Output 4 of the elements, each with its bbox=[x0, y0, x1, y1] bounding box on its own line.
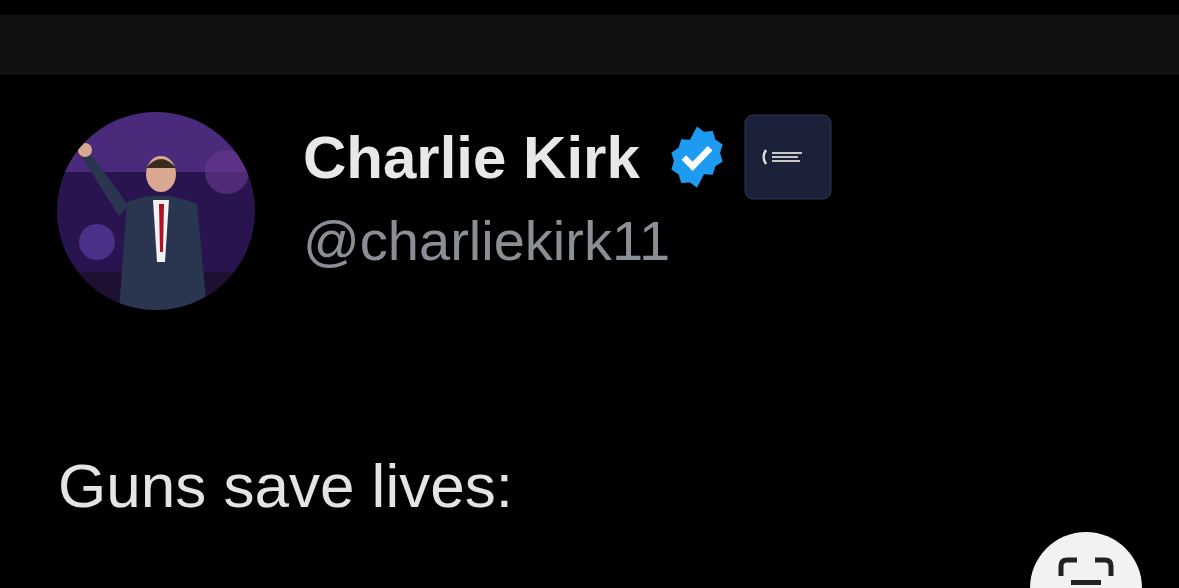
affiliation-logo-icon bbox=[743, 114, 832, 200]
author-name: Charlie Kirk bbox=[303, 122, 640, 192]
post-text: Guns save lives: bbox=[58, 450, 514, 521]
author-handle: @charliekirk11 bbox=[303, 208, 672, 273]
